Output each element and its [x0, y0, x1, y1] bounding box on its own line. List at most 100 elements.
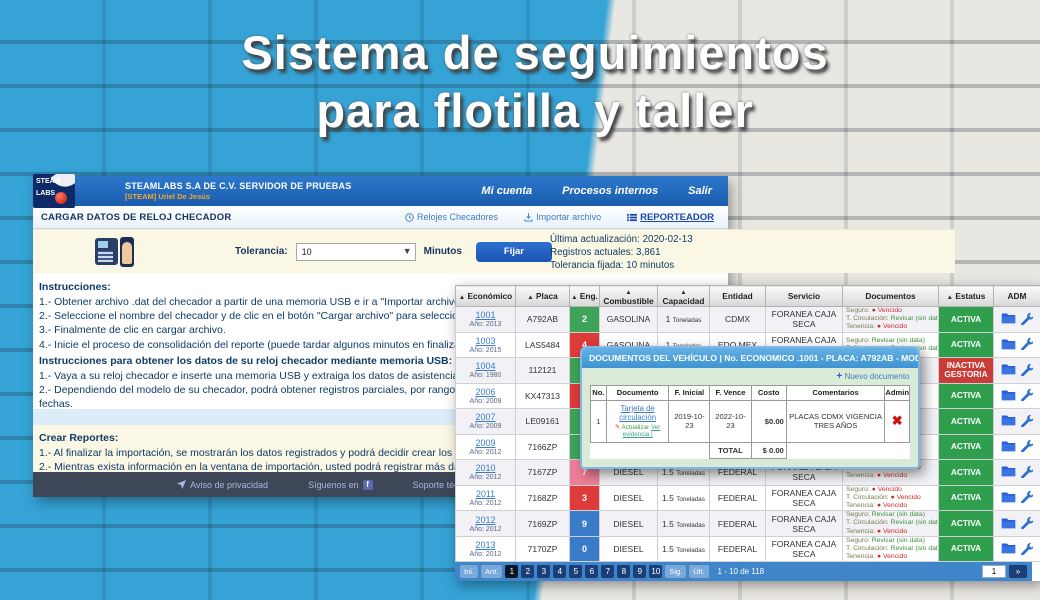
- toolbar-link[interactable]: Importar archivo: [524, 212, 601, 222]
- folder-icon[interactable]: [1001, 338, 1016, 350]
- wrench-icon[interactable]: [1020, 516, 1033, 529]
- folder-icon[interactable]: [1001, 440, 1016, 452]
- economico-link[interactable]: 2013: [475, 540, 495, 550]
- economico-link[interactable]: 2011: [476, 489, 495, 499]
- company-name: STEAMLABS S.A DE C.V. SERVIDOR DE PRUEBA…: [125, 181, 351, 191]
- vehicle-year: Año: 2009: [457, 423, 514, 430]
- placa-value: 112121: [516, 358, 570, 384]
- page-number-button[interactable]: 7: [601, 565, 614, 578]
- status-badge: INACTIVA GESTORIA: [939, 358, 993, 383]
- document-link[interactable]: Tarjeta de circulación: [619, 404, 656, 422]
- page-last-button[interactable]: Últ.: [689, 565, 708, 578]
- wrench-icon[interactable]: [1020, 490, 1033, 503]
- economico-link[interactable]: 2009: [475, 438, 495, 448]
- column-header[interactable]: ADM: [994, 286, 1040, 307]
- column-header[interactable]: ▲ Placa: [516, 286, 570, 307]
- follow-link[interactable]: Síguenos en f: [308, 480, 373, 490]
- adm-cell: [994, 307, 1040, 333]
- page-number-button[interactable]: 2: [521, 565, 534, 578]
- update-link[interactable]: Actualizar: [622, 424, 650, 431]
- toolbar-link-label: Importar archivo: [536, 212, 601, 222]
- economico-link[interactable]: 2006: [475, 387, 495, 397]
- fijar-button[interactable]: Fijar: [476, 242, 552, 262]
- economico-link[interactable]: 2012: [475, 515, 495, 525]
- new-document-label: Nuevo documento: [845, 372, 910, 381]
- menu-item[interactable]: Procesos internos: [562, 185, 658, 197]
- documentos-cell: Seguro: ● VencidoT. Circulación: ● Venci…: [843, 485, 939, 511]
- document-status-line: Tenencia: ● Vencido: [846, 502, 937, 510]
- wrench-icon[interactable]: [1020, 465, 1033, 478]
- adm-cell: [994, 536, 1040, 562]
- privacy-icon: [177, 480, 186, 489]
- table-header-row: ▲ Económico▲ Placa▲ Eng.▲ Combustible▲ C…: [456, 286, 1040, 307]
- page-number-button[interactable]: 6: [585, 565, 598, 578]
- folder-icon[interactable]: [1001, 517, 1016, 529]
- modal-title: DOCUMENTOS DEL VEHÍCULO | No. ECONOMICO …: [589, 353, 920, 363]
- document-actions: ✎ Actualizar Ver evidencia |: [609, 424, 667, 439]
- tolerance-unit: Minutos: [424, 246, 462, 257]
- column-header[interactable]: Entidad: [710, 286, 766, 307]
- doc-start-date: 2019-10-23: [669, 400, 710, 442]
- folder-icon[interactable]: [1001, 312, 1016, 324]
- goto-page-input[interactable]: [982, 565, 1006, 578]
- page-number-button[interactable]: 9: [633, 565, 646, 578]
- page-prev-button[interactable]: Ant.: [481, 565, 502, 578]
- device-hand: [122, 242, 132, 264]
- folder-icon[interactable]: [1001, 389, 1016, 401]
- status-badge: ACTIVA: [939, 460, 993, 485]
- tolerance-select[interactable]: 10 ▼: [296, 243, 416, 261]
- privacy-link[interactable]: Aviso de privacidad: [177, 480, 268, 490]
- menu-item[interactable]: Mi cuenta: [481, 185, 532, 197]
- wrench-icon[interactable]: [1020, 363, 1033, 376]
- page-number-button[interactable]: 10: [649, 565, 662, 578]
- page-number-button[interactable]: 1: [505, 565, 518, 578]
- column-header[interactable]: Documentos: [843, 286, 939, 307]
- wrench-icon[interactable]: [1020, 439, 1033, 452]
- page-first-button[interactable]: Ini.: [460, 565, 478, 578]
- column-header[interactable]: ▲ Estatus: [939, 286, 994, 307]
- column-header[interactable]: ▲ Económico: [456, 286, 516, 307]
- economico-link[interactable]: 1001: [475, 310, 495, 320]
- page-next-button[interactable]: Sig.: [665, 565, 686, 578]
- column-header[interactable]: ▲ Capacidad: [658, 286, 710, 307]
- toolbar-link[interactable]: Relojes Checadores: [405, 212, 498, 222]
- vehicle-year: Año: 2009: [457, 398, 514, 405]
- menu-item[interactable]: Salir: [688, 185, 712, 197]
- column-header[interactable]: ▲ Combustible: [600, 286, 658, 307]
- pagination-bar: Ini.Ant.12345678910Sig.Últ.1 - 10 de 118…: [455, 562, 1032, 581]
- column-header[interactable]: Servicio: [766, 286, 843, 307]
- delete-document-icon[interactable]: ✖: [892, 413, 903, 428]
- wrench-icon[interactable]: [1020, 312, 1033, 325]
- servicio-value: FORANEA CAJA SECA: [766, 536, 843, 562]
- page-number-button[interactable]: 4: [553, 565, 566, 578]
- economico-link[interactable]: 2007: [475, 412, 495, 422]
- page-number-button[interactable]: 3: [537, 565, 550, 578]
- new-document-link[interactable]: + Nuevo documento: [836, 372, 910, 382]
- economico-link[interactable]: 1004: [475, 361, 495, 371]
- table-row: 2013Año: 2012 7170ZP 0 DIESEL 1.5 Tonela…: [456, 536, 1040, 562]
- modal-column-header: F. Vence: [710, 385, 751, 400]
- wrench-icon[interactable]: [1020, 388, 1033, 401]
- page-number-button[interactable]: 5: [569, 565, 582, 578]
- folder-icon[interactable]: [1001, 465, 1016, 477]
- goto-page-button[interactable]: »: [1009, 565, 1027, 578]
- total-label: TOTAL: [710, 442, 751, 458]
- device-keypad: [98, 251, 113, 262]
- page-number-button[interactable]: 8: [617, 565, 630, 578]
- folder-icon[interactable]: [1001, 363, 1016, 375]
- economico-link[interactable]: 2010: [475, 463, 495, 473]
- wrench-icon[interactable]: [1020, 337, 1033, 350]
- adm-cell: [994, 383, 1040, 409]
- folder-icon[interactable]: [1001, 414, 1016, 426]
- plus-icon: +: [836, 371, 842, 382]
- doc-cell: Tarjeta de circulación ✎ Actualizar Ver …: [606, 400, 669, 442]
- adm-cell: [994, 511, 1040, 537]
- folder-icon[interactable]: [1001, 542, 1016, 554]
- wrench-icon[interactable]: [1020, 414, 1033, 427]
- placa-value: 7170ZP: [516, 536, 570, 562]
- economico-link[interactable]: 1003: [475, 336, 495, 346]
- folder-icon[interactable]: [1001, 491, 1016, 503]
- column-header[interactable]: ▲ Eng.: [570, 286, 600, 307]
- wrench-icon[interactable]: [1020, 542, 1033, 555]
- toolbar-link[interactable]: REPORTEADOR: [627, 212, 714, 223]
